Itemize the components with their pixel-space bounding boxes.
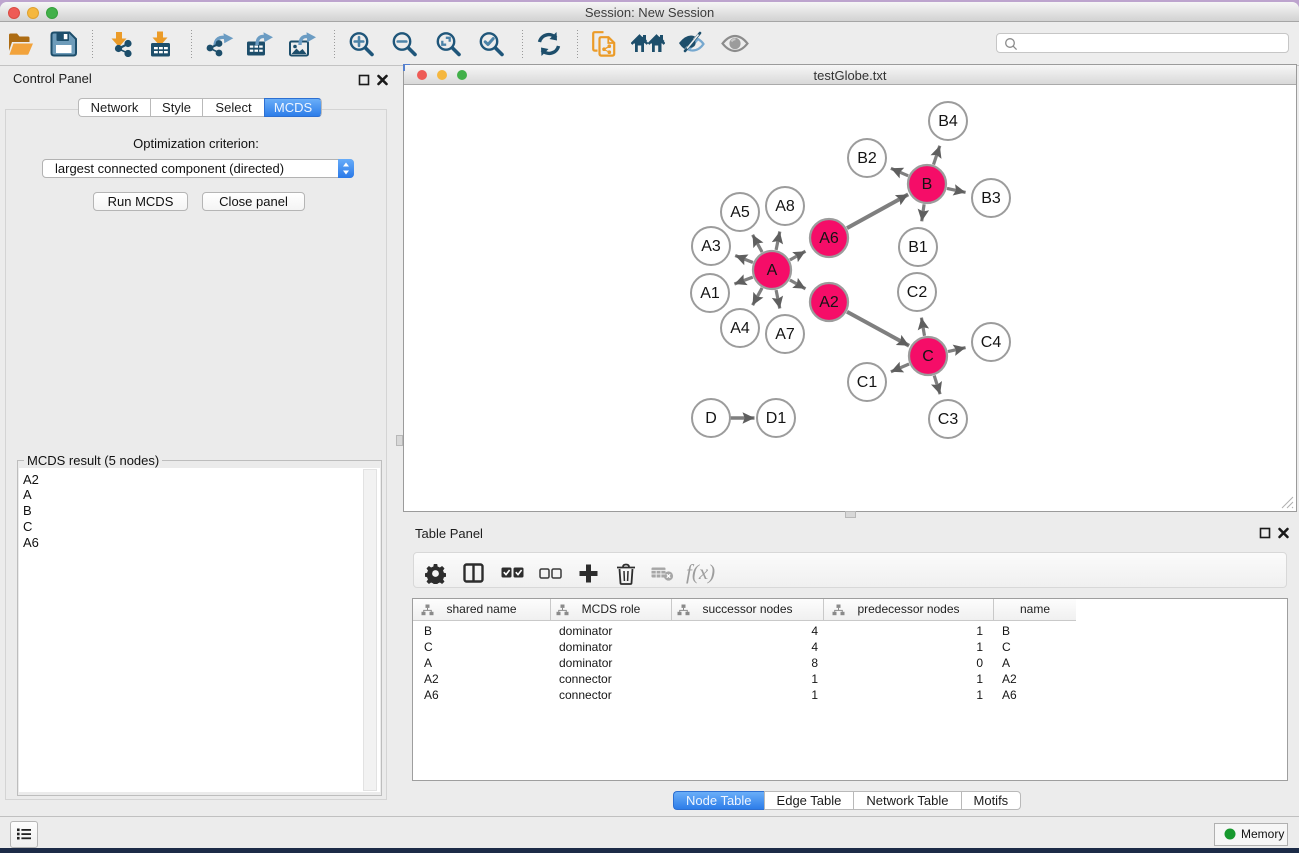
svg-text:C1: C1 xyxy=(857,374,878,391)
svg-text:B4: B4 xyxy=(938,113,958,130)
svg-text:C: C xyxy=(922,348,934,365)
svg-text:A5: A5 xyxy=(730,204,750,221)
svg-text:A3: A3 xyxy=(701,238,721,255)
svg-text:B2: B2 xyxy=(857,150,877,167)
svg-text:A7: A7 xyxy=(775,326,795,343)
svg-text:C4: C4 xyxy=(981,334,1002,351)
svg-text:A: A xyxy=(767,262,778,279)
svg-text:A1: A1 xyxy=(700,285,720,302)
svg-text:B3: B3 xyxy=(981,190,1001,207)
svg-text:A4: A4 xyxy=(730,320,750,337)
svg-text:C2: C2 xyxy=(907,284,928,301)
svg-text:A2: A2 xyxy=(819,294,839,311)
svg-text:D: D xyxy=(705,410,717,427)
svg-text:B1: B1 xyxy=(908,239,928,256)
svg-text:D1: D1 xyxy=(766,410,787,427)
svg-text:A6: A6 xyxy=(819,230,839,247)
svg-text:A8: A8 xyxy=(775,198,795,215)
svg-text:B: B xyxy=(922,176,933,193)
svg-text:C3: C3 xyxy=(938,411,959,428)
